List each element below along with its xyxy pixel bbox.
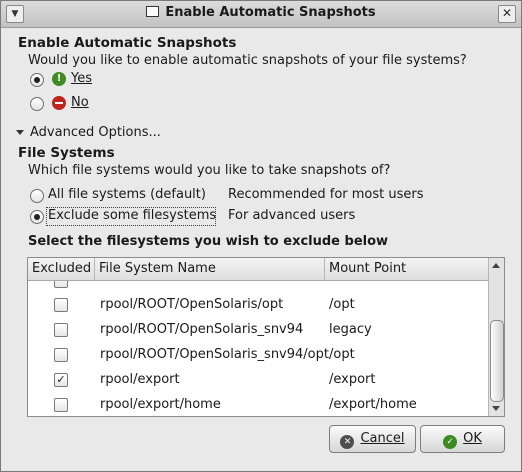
exclude-table-heading: Select the filesystems you wish to exclu… <box>28 234 389 249</box>
column-header-name[interactable]: File System Name <box>95 258 325 280</box>
table-row[interactable]: rpool/ROOT/OpenSolaris_snv94 legacy <box>28 318 488 343</box>
exclude-filesystems-radio[interactable] <box>30 210 44 224</box>
dialog-window: ▼ Enable Automatic Snapshots ✕ Enable Au… <box>0 0 522 472</box>
table-row[interactable]: rpool/export/home /export/home <box>28 393 488 416</box>
table-row[interactable]: rpool/ROOT/OpenSolaris_snv94/opt /opt <box>28 343 488 368</box>
cancel-icon: ✕ <box>340 435 355 449</box>
excluded-checkbox[interactable]: ✓ <box>54 373 68 387</box>
filesystem-name: rpool/ROOT/OpenSolaris_snv94 <box>100 322 304 337</box>
column-header-mount[interactable]: Mount Point <box>325 258 488 280</box>
all-filesystems-description: Recommended for most users <box>228 187 424 202</box>
filesystem-name: rpool/ROOT/OpenSolaris/opt <box>100 297 284 312</box>
filesystem-name: rpool/ROOT/OpenSolaris_snv94/opt <box>100 347 329 362</box>
excluded-checkbox[interactable] <box>54 298 68 312</box>
table-row[interactable]: rpool/ROOT/OpenSolaris/opt /opt <box>28 293 488 318</box>
excluded-checkbox[interactable] <box>54 348 68 362</box>
window-app-icon <box>146 6 160 17</box>
scroll-down-arrow-icon[interactable] <box>492 406 500 411</box>
vertical-scrollbar[interactable] <box>488 258 504 416</box>
ok-check-icon: ✓ <box>443 435 458 449</box>
no-status-icon <box>52 96 66 110</box>
excluded-checkbox <box>54 281 68 288</box>
cancel-button[interactable]: ✕ Cancel <box>329 425 416 453</box>
filesystems-table[interactable]: Excluded File System Name Mount Point rp… <box>27 257 505 417</box>
no-radio[interactable] <box>30 97 44 111</box>
mount-point: /opt <box>329 347 355 362</box>
expander-arrow-icon[interactable] <box>16 130 24 135</box>
mount-point: /export/home <box>329 397 417 412</box>
table-header: Excluded File System Name Mount Point <box>28 258 488 281</box>
filesystem-name: rpool/export/home <box>100 397 221 412</box>
checkmark-icon: ✓ <box>56 373 66 386</box>
yes-label[interactable]: Yes <box>71 71 92 86</box>
radio-selected-dot <box>34 77 40 83</box>
file-systems-question: Which file systems would you like to tak… <box>28 163 391 178</box>
enable-snapshots-heading: Enable Automatic Snapshots <box>18 35 237 51</box>
close-icon: ✕ <box>501 6 513 20</box>
filesystem-name: rpool/export <box>100 372 180 387</box>
scrollbar-thumb[interactable] <box>490 320 504 402</box>
mount-point: /opt <box>329 297 355 312</box>
excluded-checkbox[interactable] <box>54 398 68 412</box>
file-systems-heading: File Systems <box>18 145 115 161</box>
column-header-excluded[interactable]: Excluded <box>28 258 95 280</box>
yes-radio[interactable] <box>30 73 44 87</box>
enable-snapshots-question: Would you like to enable automatic snaps… <box>28 53 467 68</box>
window-title: Enable Automatic Snapshots <box>165 5 376 20</box>
scroll-up-arrow-icon[interactable] <box>492 263 500 268</box>
ok-button[interactable]: ✓ OK <box>420 425 505 453</box>
title-bar[interactable]: ▼ Enable Automatic Snapshots ✕ <box>1 1 521 28</box>
table-row[interactable]: ✓ rpool/export /export <box>28 368 488 393</box>
radio-selected-dot <box>34 214 40 220</box>
window-title-area: Enable Automatic Snapshots <box>1 5 521 20</box>
exclude-filesystems-description: For advanced users <box>228 208 356 223</box>
all-filesystems-label[interactable]: All file systems (default) <box>48 187 206 202</box>
mount-point: /export <box>329 372 376 387</box>
excluded-checkbox[interactable] <box>54 323 68 337</box>
window-close-button[interactable]: ✕ <box>498 5 516 23</box>
table-body: rpool/ROOT/OpenSolaris/opt /opt rpool/RO… <box>28 281 488 416</box>
yes-status-icon: ! <box>52 72 66 86</box>
no-label[interactable]: No <box>71 95 89 110</box>
all-filesystems-radio[interactable] <box>30 189 44 203</box>
mount-point: legacy <box>329 322 372 337</box>
exclude-filesystems-label[interactable]: Exclude some filesystems <box>48 208 216 223</box>
advanced-options-expander[interactable]: Advanced Options... <box>30 125 161 140</box>
